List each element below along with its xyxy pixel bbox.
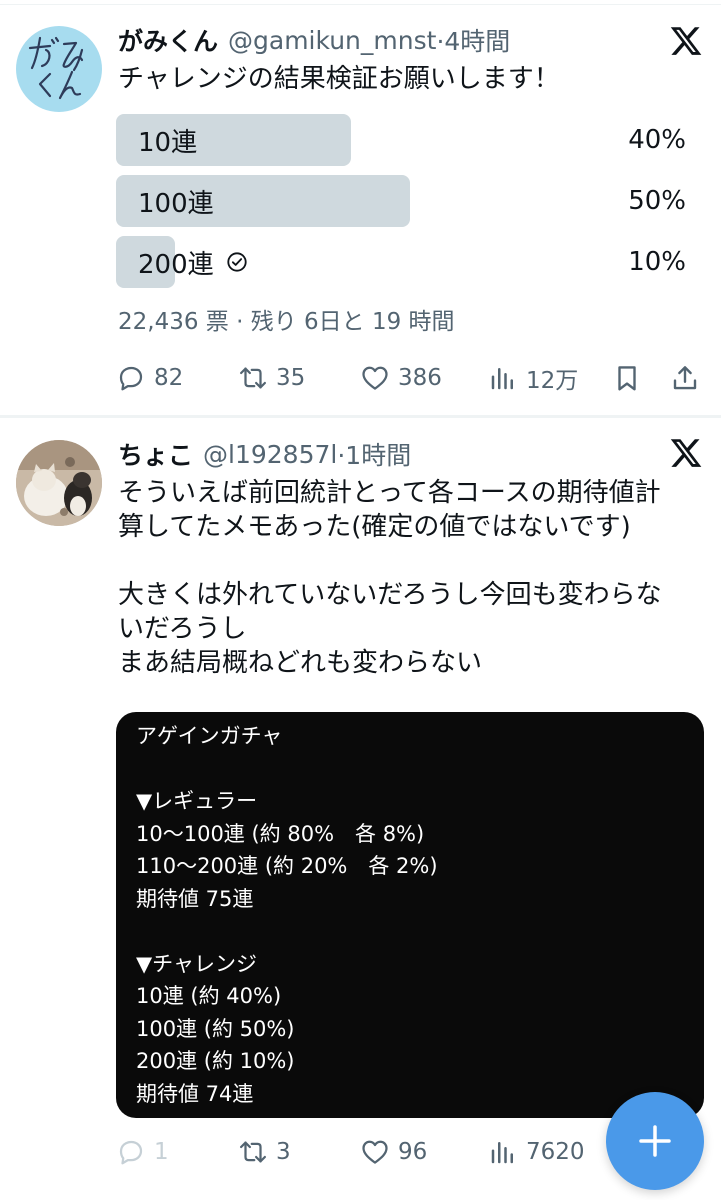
like-icon bbox=[362, 1140, 388, 1164]
action-bar: 82 35 386 12万 bbox=[116, 358, 706, 398]
tweet-choko[interactable]: ちょこ @l192857l ·1時間 そういえば前回統計とって各コースの期待値計… bbox=[0, 418, 721, 1200]
timestamp[interactable]: ·1時間 bbox=[337, 436, 411, 472]
retweet-count: 3 bbox=[276, 1139, 291, 1165]
retweet-button[interactable]: 35 bbox=[238, 358, 305, 398]
compose-plus-icon bbox=[639, 1125, 671, 1157]
poll-option-percent: 10% bbox=[628, 247, 686, 277]
avatar-handwriting-image bbox=[28, 36, 84, 100]
display-name[interactable]: がみくん bbox=[118, 22, 218, 58]
user-handle[interactable]: @l192857l bbox=[203, 440, 337, 469]
views-icon bbox=[491, 368, 513, 390]
reply-count: 82 bbox=[154, 365, 184, 391]
poll-meta: 22,436 票 · 残り 6日と 19 時間 bbox=[118, 309, 455, 335]
check-circle-icon bbox=[227, 252, 247, 272]
reply-count: 1 bbox=[154, 1139, 169, 1165]
share-button[interactable] bbox=[670, 358, 708, 398]
display-name[interactable]: ちょこ bbox=[118, 436, 193, 472]
reply-icon bbox=[119, 1140, 143, 1165]
poll-option-label: 100連 bbox=[138, 188, 214, 219]
tweet-text: そういえば前回統計とって各コースの期待値計 算してたメモあった(確定の値ではない… bbox=[118, 478, 662, 678]
poll-option-label: 10連 bbox=[138, 127, 198, 158]
views-count: 7620 bbox=[526, 1139, 585, 1165]
poll-option: 200連 10% bbox=[116, 236, 686, 288]
views-count: 12万 bbox=[526, 368, 579, 394]
poll-option-label-text: 200連 bbox=[138, 249, 214, 280]
tweet-gamikun[interactable]: がみくん @gamikun_mnst ·4時間 チャレンジの結果検証お願いします… bbox=[0, 0, 721, 418]
avatar-gamikun[interactable] bbox=[16, 26, 102, 112]
x-logo-icon bbox=[670, 439, 702, 467]
retweet-icon bbox=[240, 1141, 266, 1163]
x-logo-icon bbox=[670, 27, 702, 55]
avatar-choko[interactable] bbox=[16, 440, 102, 526]
poll-option: 100連 50% bbox=[116, 175, 686, 227]
views-button[interactable]: 12万 bbox=[488, 358, 578, 398]
poll-option: 10連 40% bbox=[116, 114, 686, 166]
user-handle[interactable]: @gamikun_mnst bbox=[228, 26, 436, 55]
retweet-count: 35 bbox=[276, 365, 306, 391]
avatar-cats-photo bbox=[16, 440, 102, 526]
like-button[interactable]: 96 bbox=[360, 1132, 427, 1172]
reply-button[interactable]: 1 bbox=[116, 1132, 169, 1172]
poll-option-label-winner: 200連 bbox=[138, 236, 248, 288]
like-icon bbox=[362, 366, 388, 390]
like-count: 96 bbox=[398, 1139, 428, 1165]
like-count: 386 bbox=[398, 365, 442, 391]
views-button[interactable]: 7620 bbox=[488, 1132, 585, 1172]
poll-option-percent: 40% bbox=[628, 125, 686, 155]
bookmark-button[interactable] bbox=[612, 358, 650, 398]
views-icon bbox=[491, 1142, 513, 1164]
retweet-icon bbox=[240, 367, 266, 389]
tweet-header: がみくん @gamikun_mnst ·4時間 bbox=[118, 22, 510, 58]
tweet-text: チャレンジの結果検証お願いします！ bbox=[118, 64, 560, 94]
bookmark-icon bbox=[618, 366, 636, 391]
compose-button[interactable] bbox=[606, 1092, 704, 1190]
attached-image-text: アゲインガチャ ▼レギュラー 10〜100連 (約 80% 各 8%) 110〜… bbox=[136, 724, 438, 1106]
reply-icon bbox=[119, 366, 143, 391]
tweet-header: ちょこ @l192857l ·1時間 bbox=[118, 436, 411, 472]
poll-option-percent: 50% bbox=[628, 186, 686, 216]
retweet-button[interactable]: 3 bbox=[238, 1132, 291, 1172]
reply-button[interactable]: 82 bbox=[116, 358, 183, 398]
share-icon bbox=[673, 366, 697, 390]
attached-image[interactable]: アゲインガチャ ▼レギュラー 10〜100連 (約 80% 各 8%) 110〜… bbox=[116, 712, 704, 1118]
like-button[interactable]: 386 bbox=[360, 358, 442, 398]
timestamp[interactable]: ·4時間 bbox=[436, 22, 510, 58]
